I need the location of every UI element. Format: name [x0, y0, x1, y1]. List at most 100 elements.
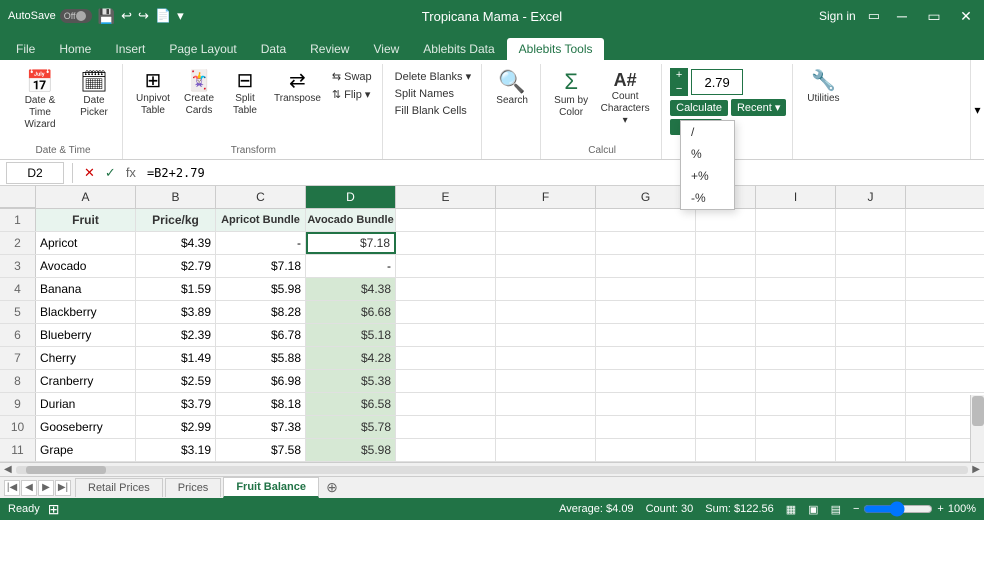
sheet-tab-retail-prices[interactable]: Retail Prices [75, 478, 163, 497]
cell-f11[interactable] [496, 439, 596, 461]
cell-d8[interactable]: $5.38 [306, 370, 396, 392]
vertical-scrollbar[interactable] [970, 395, 984, 462]
sheet-nav-prev[interactable]: ◀ [21, 480, 37, 496]
new-doc-icon[interactable]: 📄 [155, 8, 171, 24]
cell-g1[interactable] [596, 209, 696, 231]
cell-j11[interactable] [836, 439, 906, 461]
cell-i2[interactable] [756, 232, 836, 254]
sheet-nav-first[interactable]: |◀ [4, 480, 20, 496]
cell-f6[interactable] [496, 324, 596, 346]
formula-input[interactable] [143, 162, 978, 184]
col-header-j[interactable]: J [836, 186, 906, 208]
cell-d1[interactable]: Avocado Bundle [306, 209, 396, 231]
cell-b2[interactable]: $4.39 [136, 232, 216, 254]
cell-f2[interactable] [496, 232, 596, 254]
cell-j10[interactable] [836, 416, 906, 438]
horizontal-scroll-area[interactable]: ◀ ▶ [0, 462, 984, 476]
operator-percent[interactable]: % [681, 143, 734, 165]
cell-j7[interactable] [836, 347, 906, 369]
cell-i10[interactable] [756, 416, 836, 438]
cell-e2[interactable] [396, 232, 496, 254]
date-picker-button[interactable]: 🗓 DatePicker [72, 68, 116, 122]
cell-f5[interactable] [496, 301, 596, 323]
split-table-button[interactable]: ⊟ SplitTable [223, 68, 267, 120]
cell-a10[interactable]: Gooseberry [36, 416, 136, 438]
cell-j1[interactable] [836, 209, 906, 231]
cell-h9[interactable] [696, 393, 756, 415]
col-header-e[interactable]: E [396, 186, 496, 208]
cell-g9[interactable] [596, 393, 696, 415]
cell-e9[interactable] [396, 393, 496, 415]
cell-c9[interactable]: $8.18 [216, 393, 306, 415]
cell-c10[interactable]: $7.38 [216, 416, 306, 438]
operator-minus-percent[interactable]: -% [681, 187, 734, 209]
cell-a8[interactable]: Cranberry [36, 370, 136, 392]
customize-icon[interactable]: ▾ [177, 8, 184, 24]
search-button[interactable]: 🔍 Search [490, 68, 534, 110]
cell-e8[interactable] [396, 370, 496, 392]
tab-home[interactable]: Home [47, 38, 103, 60]
date-time-wizard-button[interactable]: 📅 Date &Time Wizard [10, 68, 70, 134]
split-names-button[interactable]: Split Names [391, 86, 475, 102]
cell-c11[interactable]: $7.58 [216, 439, 306, 461]
transpose-button[interactable]: ⇄ Transpose [269, 68, 326, 108]
sheet-tab-fruit-balance[interactable]: Fruit Balance [223, 477, 319, 498]
zoom-out-icon[interactable]: − [853, 503, 859, 515]
cell-e1[interactable] [396, 209, 496, 231]
cell-a6[interactable]: Blueberry [36, 324, 136, 346]
add-sheet-button[interactable]: ⊕ [321, 479, 343, 497]
col-header-f[interactable]: F [496, 186, 596, 208]
cell-g7[interactable] [596, 347, 696, 369]
cell-h6[interactable] [696, 324, 756, 346]
cell-i6[interactable] [756, 324, 836, 346]
tab-ablebits-tools[interactable]: Ablebits Tools [507, 38, 605, 60]
cell-g8[interactable] [596, 370, 696, 392]
cell-b1[interactable]: Price/kg [136, 209, 216, 231]
save-icon[interactable]: 💾 [98, 8, 115, 25]
cell-f7[interactable] [496, 347, 596, 369]
cell-h8[interactable] [696, 370, 756, 392]
cell-h1[interactable] [696, 209, 756, 231]
tab-data[interactable]: Data [249, 38, 298, 60]
cell-a7[interactable]: Cherry [36, 347, 136, 369]
fill-blank-cells-button[interactable]: Fill Blank Cells [391, 103, 475, 119]
create-cards-button[interactable]: 🃏 CreateCards [177, 68, 221, 120]
delete-blanks-button[interactable]: Delete Blanks ▾ [391, 68, 475, 85]
cell-a5[interactable]: Blackberry [36, 301, 136, 323]
cell-j2[interactable] [836, 232, 906, 254]
scroll-left-btn[interactable]: ◀ [4, 464, 12, 475]
cell-f4[interactable] [496, 278, 596, 300]
page-break-icon[interactable]: ▣ [808, 503, 818, 516]
cell-e5[interactable] [396, 301, 496, 323]
cell-g4[interactable] [596, 278, 696, 300]
cell-h4[interactable] [696, 278, 756, 300]
autosave-switch[interactable]: Off [60, 9, 92, 23]
confirm-formula-icon[interactable]: ✓ [102, 164, 119, 182]
cell-e11[interactable] [396, 439, 496, 461]
minimize-icon[interactable]: ─ [892, 6, 912, 26]
tab-file[interactable]: File [4, 38, 47, 60]
zoom-level[interactable]: 100% [948, 503, 976, 515]
sheet-nav-next[interactable]: ▶ [38, 480, 54, 496]
tab-insert[interactable]: Insert [103, 38, 157, 60]
cell-f9[interactable] [496, 393, 596, 415]
ribbon-overflow-btn[interactable]: ▾ [970, 60, 984, 159]
zoom-slider[interactable] [863, 501, 933, 517]
page-view-icon[interactable]: ▤ [831, 503, 841, 516]
cell-b10[interactable]: $2.99 [136, 416, 216, 438]
cell-e3[interactable] [396, 255, 496, 277]
cell-i7[interactable] [756, 347, 836, 369]
cell-j6[interactable] [836, 324, 906, 346]
signin-button[interactable]: Sign in [819, 9, 856, 23]
redo-icon[interactable]: ↪ [138, 8, 149, 24]
recent-button[interactable]: Recent ▾ [731, 99, 786, 116]
cell-b3[interactable]: $2.79 [136, 255, 216, 277]
cell-e10[interactable] [396, 416, 496, 438]
tab-page-layout[interactable]: Page Layout [157, 38, 248, 60]
cell-a9[interactable]: Durian [36, 393, 136, 415]
cell-d5[interactable]: $6.68 [306, 301, 396, 323]
cell-g2[interactable] [596, 232, 696, 254]
cancel-formula-icon[interactable]: ✕ [81, 164, 98, 182]
cell-d11[interactable]: $5.98 [306, 439, 396, 461]
cell-c4[interactable]: $5.98 [216, 278, 306, 300]
